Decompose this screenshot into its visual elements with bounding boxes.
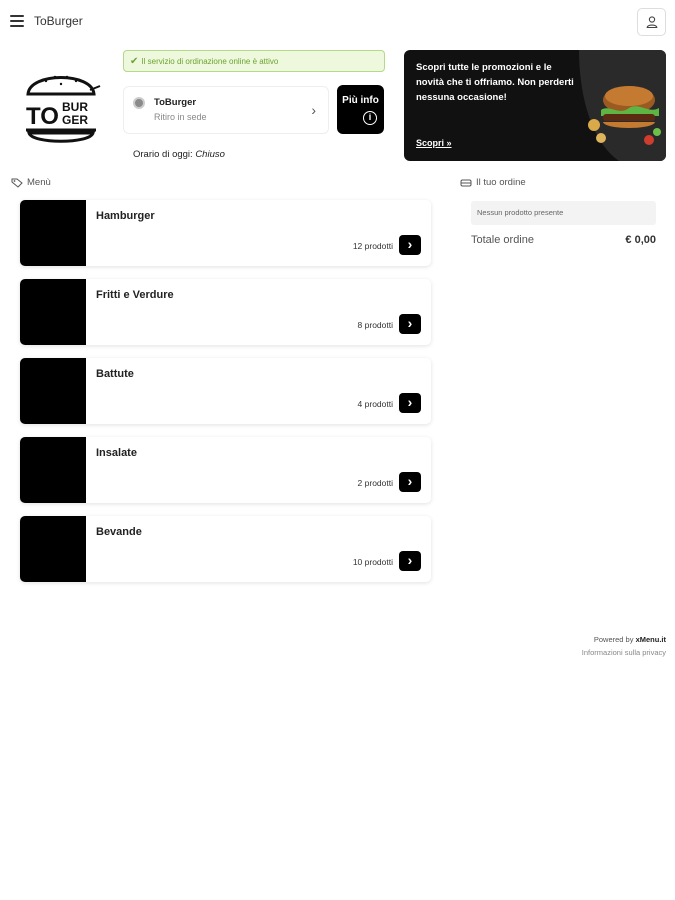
app-title: ToBurger — [34, 14, 83, 28]
user-icon — [646, 16, 657, 29]
info-icon: i — [363, 111, 377, 125]
more-info-button[interactable]: Più info i — [337, 85, 384, 134]
promo-banner[interactable]: Scopri tutte le promozioni e le novità c… — [404, 50, 666, 161]
privacy-link[interactable]: Informazioni sulla privacy — [582, 646, 666, 659]
category-card-hamburger[interactable]: Hamburger 12 prodotti › — [20, 200, 431, 266]
category-name: Insalate — [96, 447, 137, 459]
order-empty-message: Nessun prodotto presente — [471, 201, 656, 225]
chevron-right-icon[interactable]: › — [399, 472, 421, 492]
xmenu-brand-link[interactable]: xMenu.it — [636, 635, 666, 644]
category-card-bevande[interactable]: Bevande 10 prodotti › — [20, 516, 431, 582]
menu-section-text: Menù — [27, 177, 51, 188]
svg-text:TO: TO — [26, 103, 59, 130]
status-text: Il servizio di ordinazione online è atti… — [141, 56, 279, 66]
opening-hours: Orario di oggi: Chiuso — [133, 149, 225, 160]
category-thumbnail — [20, 279, 86, 345]
powered-by-text: Powered by — [593, 635, 634, 644]
powered-by: Powered by xMenu.it — [582, 633, 666, 646]
check-icon: ✔ — [130, 55, 139, 67]
hamburger-menu-icon[interactable] — [10, 15, 24, 27]
menu-section-label: Menù — [11, 177, 51, 188]
footer: Powered by xMenu.it Informazioni sulla p… — [582, 633, 666, 659]
order-total-value: € 0,00 — [625, 234, 656, 246]
category-thumbnail — [20, 437, 86, 503]
cart-icon — [460, 179, 472, 186]
burger-image — [579, 50, 666, 161]
more-info-label: Più info — [342, 95, 379, 106]
online-ordering-status: ✔ Il servizio di ordinazione online è at… — [123, 50, 385, 72]
chevron-right-icon: › — [311, 102, 316, 118]
pickup-mode: Ritiro in sede — [154, 112, 207, 122]
category-card-insalate[interactable]: Insalate 2 prodotti › — [20, 437, 431, 503]
svg-text:GER: GER — [62, 113, 88, 127]
toburger-logo: TO BUR GER — [26, 75, 101, 143]
category-product-count: 4 prodotti — [357, 399, 393, 409]
category-product-count: 12 prodotti — [352, 241, 393, 251]
chevron-right-icon[interactable]: › — [399, 314, 421, 334]
store-selector-card[interactable]: ToBurger Ritiro in sede › — [123, 86, 329, 134]
order-total-label: Totale ordine — [471, 234, 534, 246]
chevron-right-icon[interactable]: › — [399, 235, 421, 255]
hours-value: Chiuso — [195, 149, 225, 160]
category-name: Fritti e Verdure — [96, 289, 174, 301]
svg-text:BUR: BUR — [62, 100, 88, 114]
tag-icon — [11, 178, 23, 188]
order-section-text: Il tuo ordine — [476, 177, 526, 188]
hours-label: Orario di oggi: — [133, 149, 193, 160]
category-product-count: 2 prodotti — [357, 478, 393, 488]
category-card-fritti-e-verdure[interactable]: Fritti e Verdure 8 prodotti › — [20, 279, 431, 345]
store-name: ToBurger — [154, 97, 197, 108]
store-icon — [133, 97, 145, 109]
category-name: Bevande — [96, 526, 142, 538]
promo-text: Scopri tutte le promozioni e le novità c… — [416, 62, 574, 103]
chevron-right-icon[interactable]: › — [399, 393, 421, 413]
category-thumbnail — [20, 200, 86, 266]
category-product-count: 10 prodotti — [352, 557, 393, 567]
category-name: Hamburger — [96, 210, 155, 222]
user-account-button[interactable] — [637, 8, 666, 36]
order-section-label: Il tuo ordine — [460, 177, 526, 188]
category-product-count: 8 prodotti — [357, 320, 393, 330]
category-thumbnail — [20, 358, 86, 424]
category-thumbnail — [20, 516, 86, 582]
category-card-battute[interactable]: Battute 4 prodotti › — [20, 358, 431, 424]
category-name: Battute — [96, 368, 134, 380]
top-bar: ToBurger — [0, 0, 675, 44]
chevron-right-icon[interactable]: › — [399, 551, 421, 571]
promo-discover-link[interactable]: Scopri » — [416, 138, 452, 148]
